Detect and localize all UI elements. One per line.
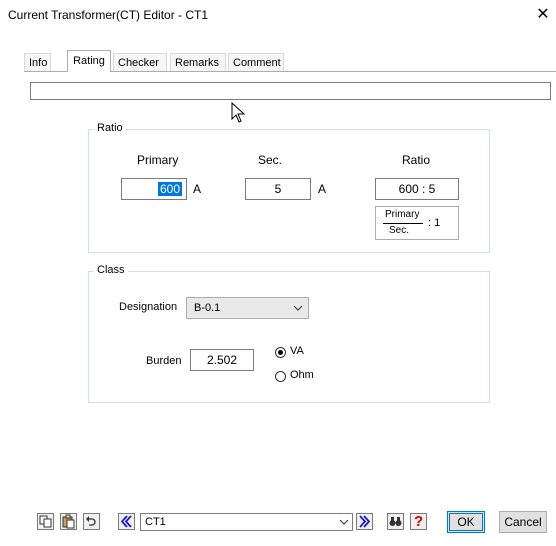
fraction-bar [383, 223, 423, 224]
primary-current-input[interactable]: 600 [121, 178, 187, 200]
ratio-fraction-box: Primary Sec. : 1 [375, 206, 459, 240]
cancel-button[interactable]: Cancel [499, 511, 547, 533]
copy-icon [39, 515, 52, 528]
tab-info[interactable]: Info [24, 53, 51, 72]
window-title: Current Transformer(CT) Editor - CT1 [8, 8, 209, 22]
undo-button[interactable] [83, 513, 100, 530]
fraction-numerator: Primary [385, 209, 420, 220]
designation-value: B-0.1 [194, 302, 221, 314]
designation-label: Designation [119, 301, 178, 313]
burden-label: Burden [146, 355, 182, 367]
paste-button[interactable] [60, 513, 77, 530]
mouse-pointer-icon [231, 102, 246, 123]
fraction-denominator: Sec. [389, 225, 410, 236]
device-select[interactable]: CT1 [140, 513, 353, 531]
designation-select[interactable]: B-0.1 [186, 297, 309, 319]
paste-icon [62, 514, 75, 529]
chevron-down-icon [293, 305, 303, 311]
ratio-legend: Ratio [94, 122, 126, 134]
next-icon [359, 515, 371, 528]
top-text-field[interactable] [30, 82, 551, 100]
device-value: CT1 [145, 516, 166, 528]
previous-button[interactable] [118, 513, 135, 530]
tab-rating[interactable]: Rating [67, 50, 111, 72]
burden-input[interactable]: 2.502 [190, 349, 254, 371]
radio-ohm[interactable]: Ohm [275, 369, 335, 383]
secondary-unit: A [318, 182, 327, 196]
tab-comment[interactable]: Comment [228, 53, 284, 72]
sec-header: Sec. [258, 153, 283, 167]
radio-va[interactable]: VA [275, 345, 335, 359]
tab-remarks[interactable]: Remarks [170, 53, 226, 72]
previous-icon [120, 515, 132, 528]
primary-header: Primary [137, 153, 179, 167]
find-icon [389, 517, 402, 526]
tab-checker[interactable]: Checker [113, 53, 167, 72]
ratio-value-field: 600 : 5 [375, 178, 459, 200]
chevron-down-icon [339, 519, 349, 525]
radio-va-button[interactable] [275, 347, 286, 358]
ok-button[interactable]: OK [447, 511, 485, 533]
copy-button[interactable] [37, 513, 54, 530]
undo-icon [86, 516, 96, 526]
primary-unit: A [193, 182, 202, 196]
help-icon: ? [414, 513, 424, 530]
help-button[interactable]: ? [410, 513, 427, 530]
close-button[interactable]: ✕ [532, 4, 554, 26]
radio-va-label: VA [290, 345, 304, 357]
next-button[interactable] [356, 513, 373, 530]
radio-ohm-button[interactable] [275, 371, 286, 382]
class-group [88, 271, 490, 403]
title-bar: Current Transformer(CT) Editor - CT1 ✕ [0, 0, 556, 32]
ratio-header: Ratio [402, 153, 431, 167]
fraction-suffix: : 1 [428, 217, 441, 229]
class-legend: Class [94, 264, 128, 276]
primary-current-value: 600 [157, 182, 182, 196]
find-button[interactable] [387, 513, 404, 530]
radio-ohm-label: Ohm [290, 369, 314, 381]
secondary-current-input[interactable]: 5 [245, 178, 311, 200]
